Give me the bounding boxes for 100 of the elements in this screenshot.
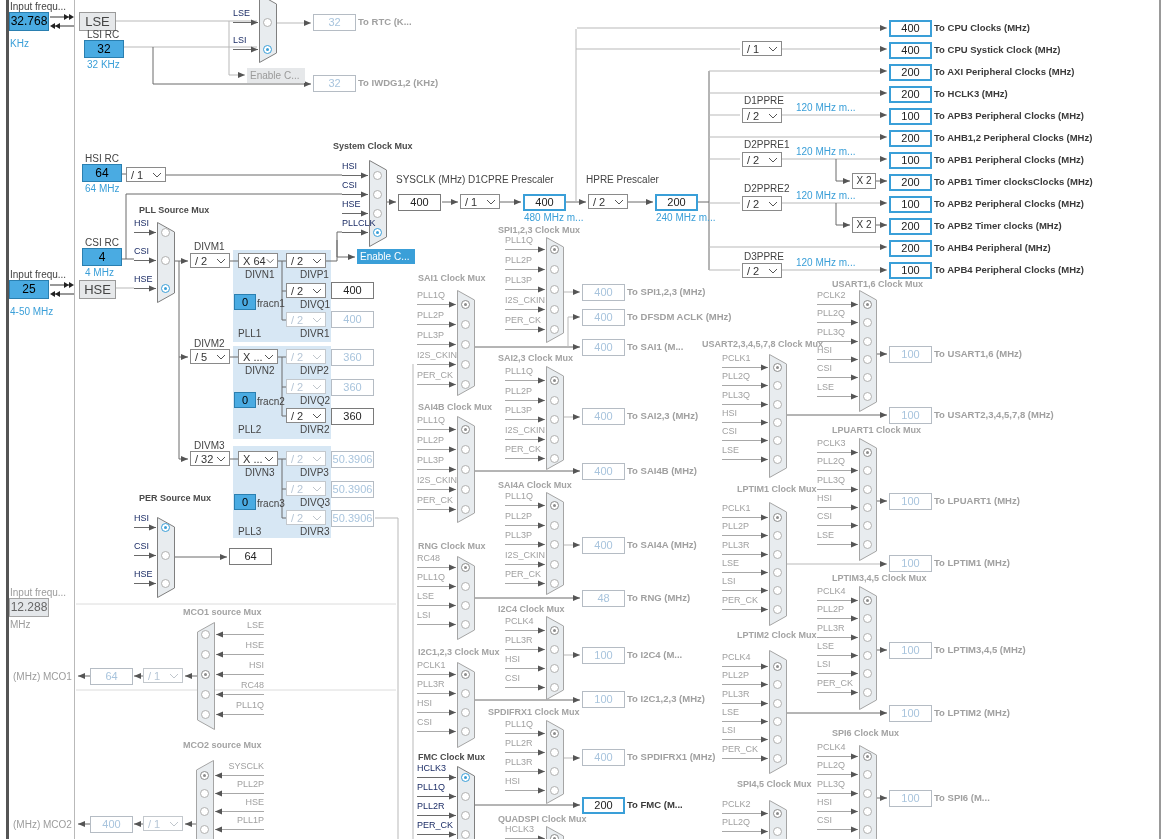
radio-button[interactable] <box>773 809 782 818</box>
frequency-value[interactable]: 400 <box>889 20 932 37</box>
frequency-value[interactable]: 100 <box>889 108 932 125</box>
radio-button[interactable] <box>863 337 872 346</box>
radio-button[interactable] <box>461 620 470 629</box>
radio-button[interactable] <box>773 418 782 427</box>
prescaler-dropdown[interactable]: / 2 <box>742 196 782 211</box>
radio-button[interactable] <box>201 630 210 639</box>
radio-button[interactable] <box>550 396 559 405</box>
radio-button[interactable] <box>200 771 209 780</box>
radio-button[interactable] <box>773 550 782 559</box>
radio-button[interactable] <box>550 767 559 776</box>
radio-button[interactable] <box>461 727 470 736</box>
radio-button[interactable] <box>263 45 272 54</box>
radio-button[interactable] <box>201 670 210 679</box>
radio-button[interactable] <box>550 376 559 385</box>
frequency-value[interactable]: 100 <box>889 262 932 279</box>
radio-button[interactable] <box>461 360 470 369</box>
prescaler-dropdown[interactable]: / 32 <box>190 451 230 466</box>
radio-button[interactable] <box>863 770 872 779</box>
radio-button[interactable] <box>863 373 872 382</box>
radio-button[interactable] <box>863 669 872 678</box>
radio-button[interactable] <box>373 209 382 218</box>
frequency-value[interactable]: 400 <box>398 194 441 211</box>
frequency-value[interactable]: 64 <box>229 548 272 565</box>
prescaler-dropdown[interactable]: X ... <box>238 349 278 364</box>
radio-button[interactable] <box>863 300 872 309</box>
radio-button[interactable] <box>773 680 782 689</box>
prescaler-dropdown[interactable]: X 64 <box>238 253 278 268</box>
radio-button[interactable] <box>773 754 782 763</box>
frequency-value[interactable]: 200 <box>889 130 932 147</box>
radio-button[interactable] <box>263 18 272 27</box>
radio-button[interactable] <box>550 435 559 444</box>
frequency-value[interactable]: 400 <box>331 282 374 299</box>
radio-button[interactable] <box>461 708 470 717</box>
radio-button[interactable] <box>201 650 210 659</box>
radio-button[interactable] <box>550 521 559 530</box>
radio-button[interactable] <box>773 436 782 445</box>
radio-button[interactable] <box>461 320 470 329</box>
radio-button[interactable] <box>863 596 872 605</box>
radio-button[interactable] <box>161 284 170 293</box>
radio-button[interactable] <box>201 710 210 719</box>
radio-button[interactable] <box>550 245 559 254</box>
radio-button[interactable] <box>461 425 470 434</box>
prescaler-dropdown[interactable]: / 2 <box>742 263 782 278</box>
frequency-value[interactable]: 200 <box>889 174 932 191</box>
radio-button[interactable] <box>863 825 872 834</box>
radio-button[interactable] <box>863 466 872 475</box>
frequency-value[interactable]: 100 <box>889 152 932 169</box>
radio-button[interactable] <box>200 825 209 834</box>
radio-button[interactable] <box>773 363 782 372</box>
radio-button[interactable] <box>200 807 209 816</box>
radio-button[interactable] <box>863 651 872 660</box>
frequency-value[interactable]: 400 <box>523 194 566 211</box>
radio-button[interactable] <box>773 586 782 595</box>
radio-button[interactable] <box>161 523 170 532</box>
radio-button[interactable] <box>461 380 470 389</box>
radio-button[interactable] <box>461 485 470 494</box>
radio-button[interactable] <box>550 664 559 673</box>
radio-button[interactable] <box>461 601 470 610</box>
frequency-input[interactable]: 32.768 <box>9 12 49 31</box>
prescaler-dropdown[interactable]: / 2 <box>286 283 326 298</box>
radio-button[interactable] <box>773 513 782 522</box>
radio-button[interactable] <box>373 228 382 237</box>
radio-button[interactable] <box>863 318 872 327</box>
radio-button[interactable] <box>550 786 559 795</box>
radio-button[interactable] <box>863 540 872 549</box>
radio-button[interactable] <box>863 503 872 512</box>
radio-button[interactable] <box>773 531 782 540</box>
prescaler-dropdown[interactable]: / 2 <box>588 194 628 209</box>
prescaler-dropdown[interactable]: / 1 <box>460 194 500 209</box>
radio-button[interactable] <box>461 563 470 572</box>
prescaler-dropdown[interactable]: X ... <box>238 451 278 466</box>
frequency-input[interactable]: 12.288 <box>9 598 49 617</box>
radio-button[interactable] <box>550 729 559 738</box>
prescaler-dropdown[interactable]: / 2 <box>742 152 782 167</box>
radio-button[interactable] <box>773 735 782 744</box>
radio-button[interactable] <box>773 827 782 836</box>
radio-button[interactable] <box>373 190 382 199</box>
radio-button[interactable] <box>461 670 470 679</box>
radio-button[interactable] <box>863 633 872 642</box>
radio-button[interactable] <box>461 300 470 309</box>
frequency-value[interactable]: 200 <box>889 86 932 103</box>
radio-button[interactable] <box>773 662 782 671</box>
radio-button[interactable] <box>461 582 470 591</box>
radio-button[interactable] <box>773 400 782 409</box>
radio-button[interactable] <box>461 830 470 839</box>
frequency-value[interactable]: 200 <box>582 797 625 814</box>
frequency-value[interactable]: 400 <box>889 42 932 59</box>
radio-button[interactable] <box>863 392 872 401</box>
prescaler-dropdown[interactable]: / 1 <box>126 167 166 182</box>
radio-button[interactable] <box>161 579 170 588</box>
radio-button[interactable] <box>550 265 559 274</box>
radio-button[interactable] <box>773 568 782 577</box>
radio-button[interactable] <box>863 807 872 816</box>
radio-button[interactable] <box>200 789 209 798</box>
radio-button[interactable] <box>550 560 559 569</box>
radio-button[interactable] <box>773 455 782 464</box>
frequency-value[interactable]: 200 <box>889 240 932 257</box>
radio-button[interactable] <box>550 415 559 424</box>
